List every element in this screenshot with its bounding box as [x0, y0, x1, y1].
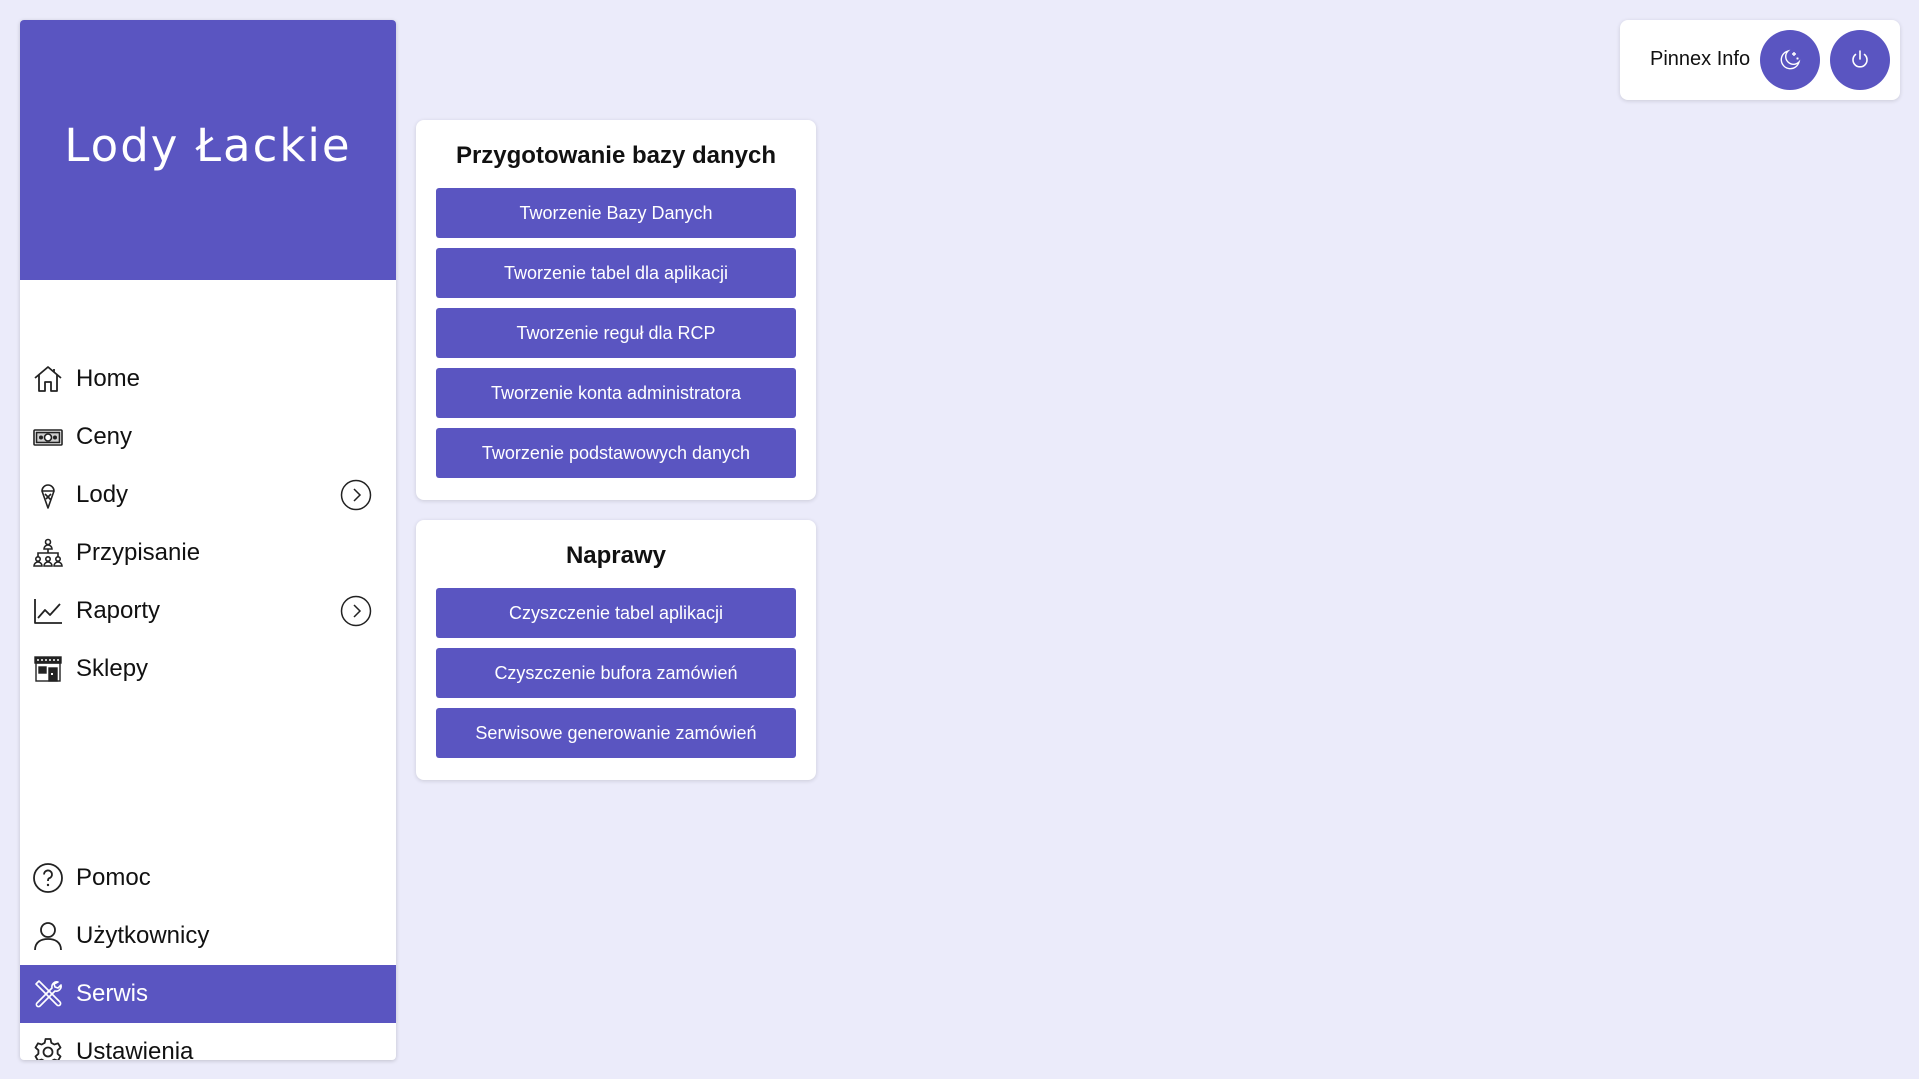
user-icon [32, 920, 64, 952]
sidebar-item-label: Pomoc [76, 864, 151, 891]
sidebar-item-label: Przypisanie [76, 539, 201, 566]
brand-title: Lody Łackie [64, 118, 352, 172]
chevron-right-icon[interactable] [340, 595, 372, 627]
help-circle-icon [32, 862, 64, 894]
sidebar-item-raporty[interactable]: Raporty [20, 582, 396, 640]
theme-toggle-button[interactable] [1760, 30, 1820, 90]
tools-icon [32, 978, 64, 1010]
sidebar-item-label: Sklepy [76, 655, 149, 682]
create-app-tables-button[interactable]: Tworzenie tabel dla aplikacji [436, 248, 796, 298]
sidebar-item-sklepy[interactable]: Sklepy [20, 640, 396, 698]
user-name: Pinnex Info [1650, 48, 1751, 70]
sidebar-item-ustawienia[interactable]: Ustawienia [20, 1023, 396, 1060]
sidebar-item-pomoc[interactable]: Pomoc [20, 849, 396, 907]
sidebar-item-serwis[interactable]: Serwis [20, 965, 396, 1023]
create-basic-data-button[interactable]: Tworzenie podstawowych danych [436, 428, 796, 478]
card-title: Naprawy [565, 542, 667, 569]
hierarchy-icon [32, 537, 64, 569]
sidebar-item-label: Raporty [76, 597, 161, 624]
store-icon [32, 653, 64, 685]
power-icon [1852, 50, 1868, 68]
create-database-button[interactable]: Tworzenie Bazy Danych [436, 188, 796, 238]
clear-order-buffer-button[interactable]: Czyszczenie bufora zamówień [436, 648, 796, 698]
create-admin-account-button[interactable]: Tworzenie konta administratora [436, 368, 796, 418]
repairs-card: Naprawy Czyszczenie tabel aplikacji Czys… [416, 520, 816, 780]
service-generate-orders-button[interactable]: Serwisowe generowanie zamówień [436, 708, 796, 758]
sidebar-item-przypisanie[interactable]: Przypisanie [20, 524, 396, 582]
line-chart-icon [32, 595, 64, 627]
gear-icon [32, 1036, 64, 1060]
ice-cream-icon [32, 479, 64, 511]
sidebar-item-label: Użytkownicy [76, 922, 210, 949]
sidebar-item-label: Lody [76, 481, 129, 508]
card-title: Przygotowanie bazy danych [455, 142, 777, 169]
sidebar-item-label: Ceny [76, 423, 133, 450]
sidebar-item-uzytkownicy[interactable]: Użytkownicy [20, 907, 396, 965]
brand-header: Lody Łackie [20, 20, 396, 280]
create-rcp-rules-button[interactable]: Tworzenie reguł dla RCP [436, 308, 796, 358]
sidebar-item-label: Ustawienia [76, 1038, 194, 1060]
database-setup-card: Przygotowanie bazy danych Tworzenie Bazy… [416, 120, 816, 500]
user-panel: Pinnex Info [1620, 20, 1900, 100]
sidebar-item-label: Serwis [76, 980, 149, 1007]
sidebar: Lody Łackie Home Ceny Lody Przypisanie R… [20, 20, 396, 1060]
banknote-icon [32, 421, 64, 453]
moon-stars-icon [1780, 49, 1801, 70]
sidebar-item-label: Home [76, 365, 141, 392]
sidebar-item-lody[interactable]: Lody [20, 466, 396, 524]
logout-button[interactable] [1830, 30, 1890, 90]
sidebar-item-home[interactable]: Home [20, 350, 396, 408]
chevron-right-icon[interactable] [340, 479, 372, 511]
home-icon [32, 363, 64, 395]
sidebar-item-ceny[interactable]: Ceny [20, 408, 396, 466]
clear-app-tables-button[interactable]: Czyszczenie tabel aplikacji [436, 588, 796, 638]
